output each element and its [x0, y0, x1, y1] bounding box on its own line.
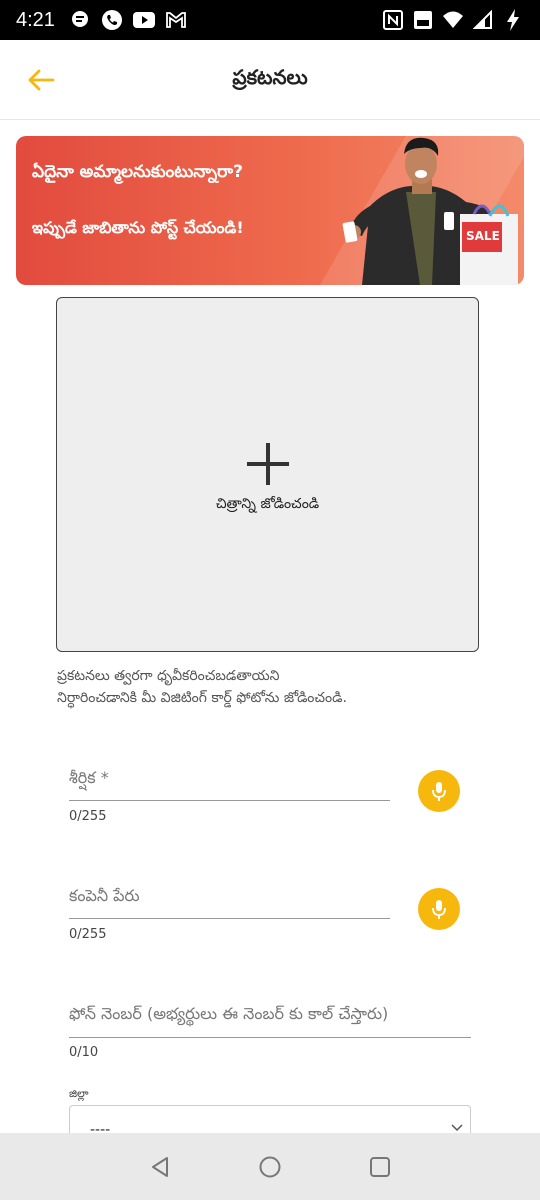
recents-square-icon[interactable]	[360, 1147, 400, 1187]
title-char-counter: 0/255	[69, 809, 107, 824]
plus-icon	[247, 443, 289, 485]
mic-icon	[432, 900, 446, 919]
message-icon	[69, 9, 91, 31]
banner-headline: ఏదైనా అమ్మాలనుకుంటున్నారా?	[32, 162, 243, 182]
nfc-icon	[382, 9, 404, 31]
mic-icon	[432, 782, 446, 801]
add-image-label: చిత్రాన్ని జోడించండి	[215, 496, 320, 512]
back-arrow-icon[interactable]	[26, 66, 56, 94]
signal-icon	[472, 9, 494, 31]
title-field-label: శీర్షిక *	[69, 768, 109, 787]
banner-subheadline: ఇప్పుడే జాబితాను పోస్ట్ చేయండి!	[32, 218, 244, 237]
company-name-field[interactable]: కంపెనీ పేరు	[69, 886, 140, 909]
youtube-icon	[132, 9, 155, 31]
wifi-icon	[442, 9, 464, 31]
company-mic-button[interactable]	[418, 888, 460, 930]
chevron-down-icon	[451, 1124, 463, 1132]
company-char-counter: 0/255	[69, 927, 107, 942]
phone-char-counter: 0/10	[69, 1045, 99, 1060]
company-field-underline	[69, 918, 390, 919]
back-triangle-icon[interactable]	[140, 1147, 180, 1187]
visiting-card-helper: ప్రకటనలు త్వరగా ధృవీకరించబడతాయని నిర్ధార…	[57, 665, 477, 709]
helper-line-1: ప్రకటనలు త్వరగా ధృవీకరించబడతాయని	[57, 668, 280, 684]
volte-icon	[412, 9, 434, 31]
phone-number-field[interactable]: ఫోన్ నెంబర్ (అభ్యర్థులు ఈ నెంబర్ కు కాల్…	[69, 1004, 388, 1027]
helper-line-2: నిర్ధారించడానికి మీ విజిటింగ్ కార్డ్ ఫోట…	[57, 690, 347, 706]
phone-field-label: ఫోన్ నెంబర్ (అభ్యర్థులు ఈ నెంబర్ కు కాల్…	[69, 1004, 389, 1023]
title-mic-button[interactable]	[418, 770, 460, 812]
add-image-box[interactable]: చిత్రాన్ని జోడించండి	[56, 297, 479, 652]
post-listing-banner[interactable]: ఏదైనా అమ్మాలనుకుంటున్నారా? ఇప్పుడే జాబిత…	[16, 136, 524, 285]
company-field-label: కంపెనీ పేరు	[69, 886, 140, 905]
status-bar: 4:21	[0, 0, 540, 40]
phone-field-underline	[69, 1037, 471, 1038]
page-title: ప్రకటనలు	[232, 65, 308, 89]
gmail-icon	[165, 9, 187, 31]
home-circle-icon[interactable]	[250, 1147, 290, 1187]
system-nav-bar	[0, 1133, 540, 1200]
sale-tag-text: SALE	[466, 229, 500, 243]
banner-person-image: SALE	[342, 137, 518, 285]
title-field-underline	[69, 800, 390, 801]
status-time: 4:21	[16, 8, 55, 31]
title-field[interactable]: శీర్షిక *	[69, 768, 109, 791]
battery-charging-icon	[502, 9, 524, 31]
phone-icon	[101, 9, 123, 31]
app-bar: ప్రకటనలు	[0, 40, 540, 120]
district-label: జిల్లా	[69, 1087, 89, 1100]
